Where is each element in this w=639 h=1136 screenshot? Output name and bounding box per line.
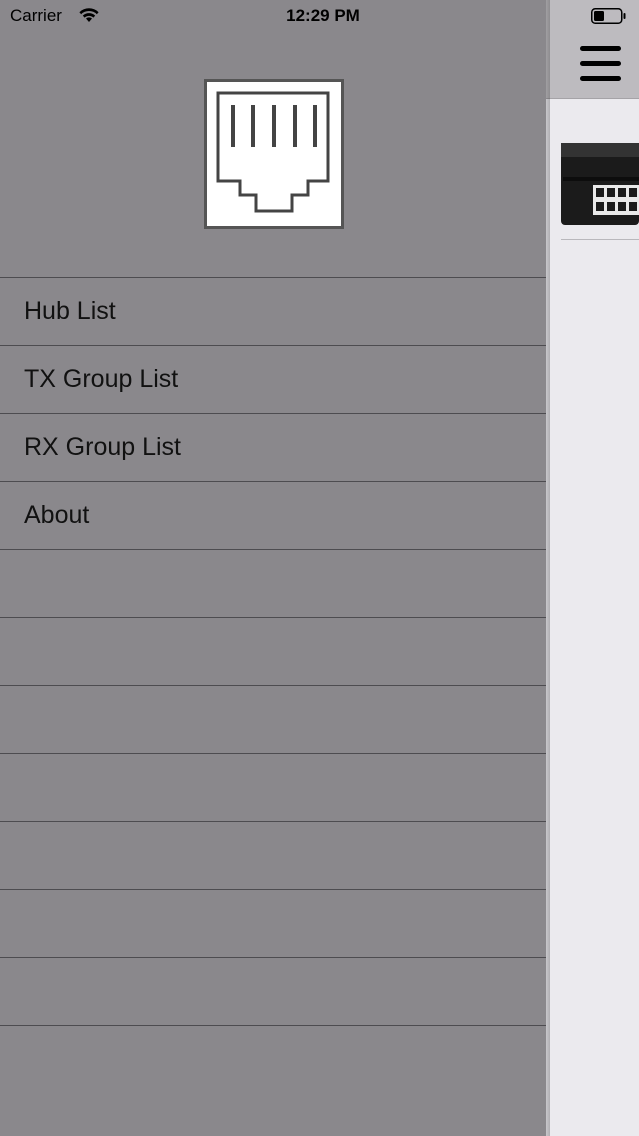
menu-item-empty bbox=[0, 958, 546, 1026]
menu-item-label: Hub List bbox=[24, 297, 116, 325]
menu-item-empty bbox=[0, 822, 546, 890]
status-bar: Carrier 12:29 PM bbox=[0, 0, 639, 34]
menu-item-about[interactable]: About bbox=[0, 482, 546, 550]
network-switch-image[interactable] bbox=[561, 141, 639, 227]
list-separator bbox=[561, 239, 639, 240]
hamburger-menu-icon[interactable] bbox=[580, 44, 621, 84]
clock-time: 12:29 PM bbox=[286, 6, 360, 25]
menu-item-label: About bbox=[24, 501, 90, 529]
menu-item-empty bbox=[0, 550, 546, 618]
menu-item-rx-group-list[interactable]: RX Group List bbox=[0, 414, 546, 482]
menu-item-label: TX Group List bbox=[24, 365, 179, 393]
side-drawer: Hub List TX Group List RX Group List Abo… bbox=[0, 0, 546, 1136]
menu-item-empty bbox=[0, 618, 546, 686]
menu-item-tx-group-list[interactable]: TX Group List bbox=[0, 346, 546, 414]
menu-item-empty bbox=[0, 754, 546, 822]
ethernet-port-icon bbox=[204, 79, 344, 229]
menu-item-empty bbox=[0, 890, 546, 958]
menu-item-hub-list[interactable]: Hub List bbox=[0, 278, 546, 346]
menu-item-empty bbox=[0, 686, 546, 754]
menu-item-label: RX Group List bbox=[24, 433, 182, 461]
drawer-menu: Hub List TX Group List RX Group List Abo… bbox=[0, 277, 546, 1026]
main-panel bbox=[546, 0, 639, 1136]
battery-icon bbox=[591, 8, 627, 24]
